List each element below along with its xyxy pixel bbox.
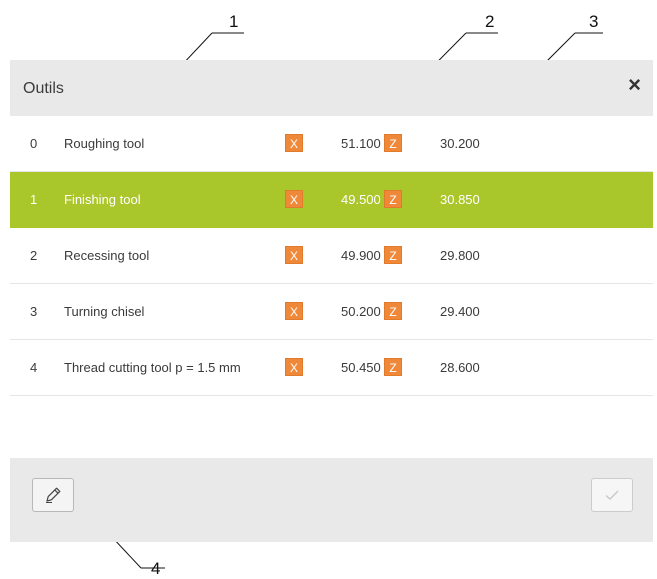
tool-index: 0 [30, 136, 38, 151]
tool-index: 4 [30, 360, 38, 375]
tool-index: 3 [30, 304, 38, 319]
dialog-header: Outils × [10, 60, 653, 116]
x-value: 50.200 [341, 304, 381, 319]
confirm-button[interactable] [591, 478, 633, 512]
z-axis-badge: Z [384, 246, 402, 264]
pencil-icon [46, 487, 61, 503]
z-axis-badge: Z [384, 134, 402, 152]
callout-2: 2 [485, 12, 495, 31]
x-axis-badge: X [285, 246, 303, 264]
tool-index: 2 [30, 248, 38, 263]
tool-row-2[interactable]: 2 Recessing tool X 49.900 Z 29.800 [10, 228, 653, 284]
z-value: 30.850 [440, 192, 480, 207]
z-value: 30.200 [440, 136, 480, 151]
dialog-footer [10, 458, 653, 542]
x-axis-badge: X [285, 134, 303, 152]
z-axis-badge: Z [384, 190, 402, 208]
tool-row-4[interactable]: 4 Thread cutting tool p = 1.5 mm X 50.45… [10, 340, 653, 396]
z-axis-badge: Z [384, 302, 402, 320]
tool-name: Turning chisel [64, 304, 145, 319]
tool-list: 0 Roughing tool X 51.100 Z 30.200 1 Fini… [10, 116, 653, 396]
callout-1: 1 [229, 12, 239, 31]
tool-name: Roughing tool [64, 136, 145, 151]
z-value: 29.400 [440, 304, 480, 319]
x-value: 49.500 [341, 192, 381, 207]
tool-name: Thread cutting tool p = 1.5 mm [64, 360, 241, 375]
x-axis-badge: X [285, 190, 303, 208]
callout-4: 4 [151, 559, 161, 578]
callout-3: 3 [589, 12, 599, 31]
x-axis-badge: X [285, 302, 303, 320]
tool-name: Recessing tool [64, 248, 150, 263]
x-value: 51.100 [341, 136, 381, 151]
z-value: 28.600 [440, 360, 480, 375]
x-value: 50.450 [341, 360, 381, 375]
close-icon[interactable]: × [628, 74, 641, 96]
z-axis-badge: Z [384, 358, 402, 376]
checkmark-icon [605, 490, 619, 500]
tool-row-1[interactable]: 1 Finishing tool X 49.500 Z 30.850 [10, 172, 653, 228]
tool-row-3[interactable]: 3 Turning chisel X 50.200 Z 29.400 [10, 284, 653, 340]
tool-row-0[interactable]: 0 Roughing tool X 51.100 Z 30.200 [10, 116, 653, 172]
edit-button[interactable] [32, 478, 74, 512]
tools-dialog: Outils × 0 Roughing tool X 51.100 Z 30.2… [10, 60, 653, 542]
z-value: 29.800 [440, 248, 480, 263]
tool-name: Finishing tool [64, 192, 141, 207]
dialog-title: Outils [23, 80, 64, 97]
tool-index: 1 [30, 192, 38, 207]
x-axis-badge: X [285, 358, 303, 376]
x-value: 49.900 [341, 248, 381, 263]
